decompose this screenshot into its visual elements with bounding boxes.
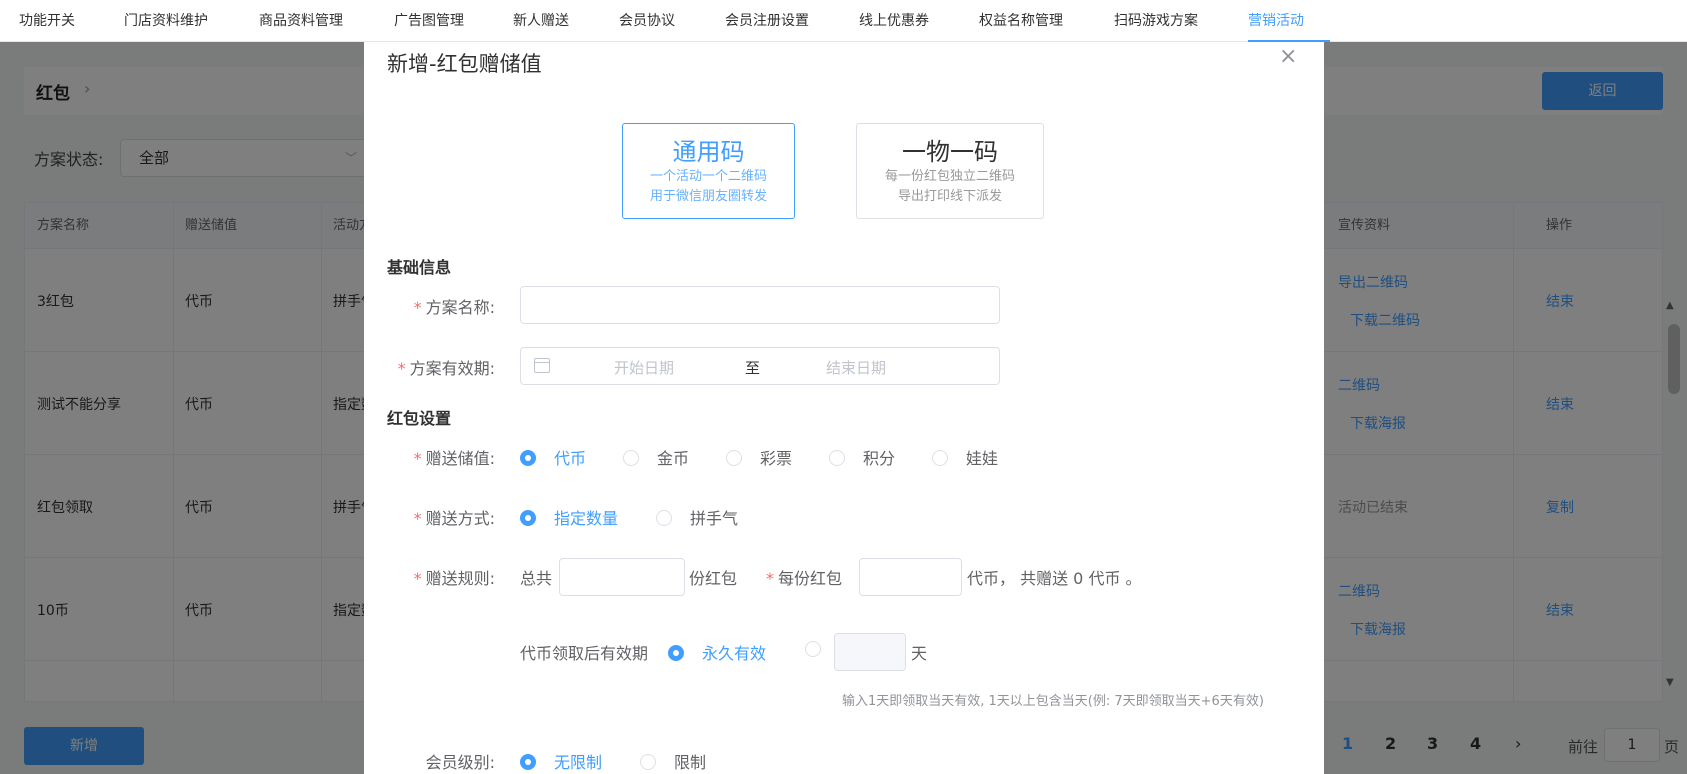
radio-dot bbox=[520, 754, 536, 770]
nav-item-product-info[interactable]: 商品资料管理 bbox=[259, 0, 343, 42]
code-type-desc: 每一份红包独立二维码 bbox=[884, 169, 1015, 184]
radio-expiry-permanent[interactable]: 永久有效 bbox=[668, 640, 766, 664]
radio-dot bbox=[520, 450, 536, 466]
radio-dot bbox=[726, 450, 742, 466]
radio-mode-fixed[interactable]: 指定数量 bbox=[520, 505, 618, 529]
validity-date-range[interactable]: 开始日期 至 结束日期 bbox=[520, 347, 1000, 385]
member-level-label: 会员级别: bbox=[425, 753, 495, 772]
dialog-title: 新增-红包赠储值 bbox=[387, 52, 542, 76]
code-type-desc: 导出打印线下派发 bbox=[897, 189, 1002, 204]
expiry-unit: 天 bbox=[911, 644, 928, 663]
nav-item-member-register[interactable]: 会员注册设置 bbox=[725, 0, 809, 42]
gift-mode-label: * 赠送方式: bbox=[413, 509, 495, 528]
end-date-placeholder[interactable]: 结束日期 bbox=[826, 357, 886, 378]
radio-level-unlimited[interactable]: 无限制 bbox=[520, 749, 602, 773]
radio-dot bbox=[805, 641, 821, 657]
radio-dot bbox=[623, 450, 639, 466]
plan-name-input[interactable] bbox=[520, 286, 1000, 324]
radio-dot bbox=[520, 510, 536, 526]
redpack-settings-section-title: 红包设置 bbox=[387, 409, 452, 428]
expiry-days-input[interactable] bbox=[834, 633, 906, 671]
rule-total-suffix: 份红包 bbox=[689, 569, 738, 588]
date-separator: 至 bbox=[745, 359, 761, 377]
close-icon[interactable]: × bbox=[1279, 44, 1297, 69]
radio-dot bbox=[932, 450, 948, 466]
nav-item-benefit-names[interactable]: 权益名称管理 bbox=[979, 0, 1063, 42]
radio-gift-points[interactable]: 积分 bbox=[829, 445, 895, 469]
code-type-title: 通用码 bbox=[672, 138, 745, 166]
code-type-desc: 用于微信朋友圈转发 bbox=[649, 189, 767, 204]
radio-gift-coin[interactable]: 代币 bbox=[520, 445, 586, 469]
top-navigation: 功能开关 门店资料维护 商品资料管理 广告图管理 新人赠送 会员协议 会员注册设… bbox=[0, 0, 1687, 42]
nav-item-online-coupon[interactable]: 线上优惠券 bbox=[859, 0, 929, 42]
gift-value-label: * 赠送储值: bbox=[413, 449, 495, 468]
code-type-desc: 一个活动一个二维码 bbox=[649, 169, 767, 184]
nav-item-scan-game[interactable]: 扫码游戏方案 bbox=[1114, 0, 1198, 42]
code-type-title: 一物一码 bbox=[902, 138, 998, 166]
nav-item-ad-images[interactable]: 广告图管理 bbox=[394, 0, 464, 42]
rule-each-suffix: 代币， 共赠送 0 代币 。 bbox=[967, 569, 1142, 588]
total-packs-input[interactable] bbox=[559, 558, 685, 596]
radio-dot bbox=[656, 510, 672, 526]
radio-dot bbox=[640, 754, 656, 770]
code-type-universal[interactable]: 通用码 一个活动一个二维码 用于微信朋友圈转发 bbox=[622, 123, 795, 219]
basic-info-section-title: 基础信息 bbox=[387, 258, 452, 277]
nav-item-marketing[interactable]: 营销活动 bbox=[1248, 0, 1330, 42]
radio-gift-doll[interactable]: 娃娃 bbox=[932, 445, 998, 469]
nav-item-newcomer-gift[interactable]: 新人赠送 bbox=[513, 0, 569, 42]
radio-gift-gold[interactable]: 金币 bbox=[623, 445, 689, 469]
radio-gift-lottery[interactable]: 彩票 bbox=[726, 445, 792, 469]
nav-item-feature-switch[interactable]: 功能开关 bbox=[19, 0, 75, 42]
add-redpack-dialog: 新增-红包赠储值 × 通用码 一个活动一个二维码 用于微信朋友圈转发 一物一码 … bbox=[364, 42, 1324, 774]
calendar-icon bbox=[534, 358, 550, 373]
radio-dot bbox=[668, 645, 684, 661]
nav-item-member-agreement[interactable]: 会员协议 bbox=[619, 0, 675, 42]
radio-mode-lucky[interactable]: 拼手气 bbox=[656, 505, 738, 529]
nav-item-store-info[interactable]: 门店资料维护 bbox=[124, 0, 208, 42]
expiry-hint: 输入1天即领取当天有效, 1天以上包含当天(例: 7天即领取当天+6天有效) bbox=[842, 694, 1264, 709]
validity-label: * 方案有效期: bbox=[397, 359, 495, 378]
expiry-label: 代币领取后有效期 bbox=[520, 644, 649, 663]
rule-each-label: * 每份红包 bbox=[766, 569, 843, 588]
plan-name-label: * 方案名称: bbox=[413, 298, 495, 317]
radio-level-limited[interactable]: 限制 bbox=[640, 749, 706, 773]
per-pack-amount-input[interactable] bbox=[859, 558, 962, 596]
code-type-unique[interactable]: 一物一码 每一份红包独立二维码 导出打印线下派发 bbox=[856, 123, 1044, 219]
rule-total-prefix: 总共 bbox=[520, 569, 553, 588]
start-date-placeholder[interactable]: 开始日期 bbox=[614, 357, 674, 378]
gift-rule-label: * 赠送规则: bbox=[413, 569, 495, 588]
radio-dot bbox=[829, 450, 845, 466]
